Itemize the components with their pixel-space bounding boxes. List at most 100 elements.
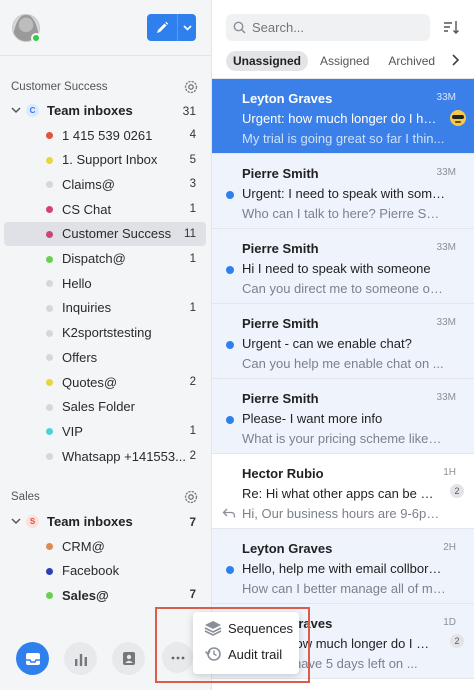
contact-card-icon bbox=[122, 652, 135, 665]
compose-button[interactable] bbox=[147, 14, 196, 41]
chevron-down-icon[interactable] bbox=[10, 104, 22, 116]
inbox-name: Facebook bbox=[62, 563, 120, 579]
conversation-item[interactable]: Pierre Smith 33M Urgent: I need to speak w… bbox=[212, 154, 474, 229]
reply-icon bbox=[222, 508, 236, 518]
conversation-item[interactable]: Leyton Graves 33M Urgent: how much longer … bbox=[212, 79, 474, 154]
sidebar-inbox-item[interactable]: Quotes@ 2 bbox=[4, 370, 206, 394]
conversation-sender: Pierre Smith bbox=[242, 166, 319, 181]
inbox-name: 1 415 539 0261 bbox=[62, 127, 153, 143]
sidebar-inbox-item[interactable]: CRM@ bbox=[4, 534, 206, 558]
conversation-sender: Leyton Graves bbox=[242, 541, 333, 556]
conversation-item[interactable]: Pierre Smith 33M Please- I want more info W… bbox=[212, 379, 474, 454]
inbox-count: 11 bbox=[184, 227, 196, 240]
inbox-color-dot bbox=[46, 132, 53, 139]
sidebar-inbox-item[interactable]: Whatsapp +141553... 2 bbox=[4, 444, 206, 468]
conversation-list-pane: Unassigned Assigned Archived Leyton Grav… bbox=[212, 0, 474, 690]
conversation-sender: Leyton Graves bbox=[242, 91, 333, 106]
sidebar: Customer Success C Team inboxes 31 1 415… bbox=[0, 0, 212, 690]
tab-archived[interactable]: Archived bbox=[381, 51, 442, 71]
analytics-nav-button[interactable] bbox=[64, 642, 97, 675]
conversation-time: 33M bbox=[436, 167, 456, 178]
inbox-color-dot bbox=[46, 255, 53, 263]
search-input[interactable] bbox=[252, 20, 422, 35]
sidebar-inbox-item[interactable]: 1 415 539 0261 4 bbox=[4, 123, 206, 147]
inbox-name: VIP bbox=[62, 423, 83, 439]
conversation-subject: Please- I want more info bbox=[242, 411, 383, 426]
tab-unassigned[interactable]: Unassigned bbox=[226, 50, 309, 71]
inbox-count: 1 bbox=[189, 203, 196, 216]
sidebar-inbox-item[interactable]: CS Chat 1 bbox=[4, 197, 206, 221]
inbox-color-dot bbox=[46, 567, 53, 575]
conversation-time: 33M bbox=[436, 242, 456, 253]
inbox-count: 5 bbox=[189, 153, 196, 166]
conversation-subject: Hi I need to speak with someone bbox=[242, 261, 431, 276]
conversation-subject: Hello, help me with email collboration bbox=[242, 561, 446, 576]
conversation-subject: Urgent: I need to speak with someon... bbox=[242, 186, 446, 201]
section-title: Sales bbox=[11, 491, 40, 503]
inbox-nav-button[interactable] bbox=[16, 642, 49, 675]
sidebar-inbox-item[interactable]: Dispatch@ 1 bbox=[4, 247, 206, 271]
conversation-time: 2H bbox=[443, 542, 456, 553]
sidebar-inbox-item[interactable]: Customer Success 11 bbox=[4, 221, 206, 246]
inbox-name: Inquiries bbox=[62, 300, 112, 316]
tab-assigned[interactable]: Assigned bbox=[313, 51, 376, 71]
conversation-item[interactable]: Leyton Graves 2H Hello, help me with email… bbox=[212, 529, 474, 604]
gear-icon[interactable] bbox=[183, 79, 199, 95]
conversation-sender: Pierre Smith bbox=[242, 316, 319, 331]
sort-icon[interactable] bbox=[443, 19, 461, 35]
pencil-icon[interactable] bbox=[147, 14, 177, 41]
conversation-item[interactable]: Pierre Smith 33M Urgent - can we enable ch… bbox=[212, 304, 474, 379]
group-label: Team inboxes bbox=[47, 513, 133, 529]
group-team-inboxes[interactable]: C Team inboxes bbox=[10, 100, 133, 120]
sidebar-inbox-item[interactable]: Inquiries 1 bbox=[4, 296, 206, 320]
sidebar-inbox-item[interactable]: Facebook bbox=[4, 559, 206, 583]
group-team-inboxes[interactable]: S Team inboxes bbox=[10, 511, 133, 531]
sidebar-inbox-item[interactable]: VIP 1 bbox=[4, 419, 206, 443]
inbox-color-dot bbox=[46, 329, 53, 337]
contacts-nav-button[interactable] bbox=[112, 642, 145, 675]
message-count-badge: 2 bbox=[450, 484, 464, 498]
gear-icon[interactable] bbox=[183, 489, 199, 505]
conversation-item[interactable]: Pierre Smith 33M Hi I need to speak with s… bbox=[212, 229, 474, 304]
inbox-color-dot bbox=[46, 354, 53, 362]
conversation-time: 1D bbox=[443, 617, 456, 628]
sidebar-inbox-item[interactable]: Offers bbox=[4, 345, 206, 369]
inbox-count: 1 bbox=[189, 425, 196, 438]
bar-chart-icon bbox=[74, 653, 87, 666]
chevron-right-icon[interactable] bbox=[449, 52, 461, 68]
inbox-icon bbox=[25, 652, 40, 665]
sidebar-inbox-item[interactable]: Sales Folder bbox=[4, 395, 206, 419]
chevron-down-icon[interactable] bbox=[178, 14, 196, 41]
conversation-preview: How can I better manage all of my... bbox=[242, 581, 446, 596]
conversation-sender: Pierre Smith bbox=[242, 241, 319, 256]
inbox-name: Whatsapp +141553... bbox=[62, 448, 186, 464]
inbox-color-dot bbox=[46, 304, 53, 312]
inbox-color-dot bbox=[46, 230, 53, 238]
team-badge: S bbox=[26, 514, 39, 528]
inbox-name: K2sportstesting bbox=[62, 325, 152, 341]
tab-bar: Unassigned Assigned Archived bbox=[226, 50, 447, 71]
sidebar-inbox-item[interactable]: Claims@ 3 bbox=[4, 172, 206, 196]
sidebar-inbox-item[interactable]: Hello bbox=[4, 271, 206, 295]
inbox-count: 4 bbox=[189, 129, 196, 141]
conversation-preview: Hi, Our business hours are 9-6pm... bbox=[242, 506, 446, 521]
team-badge: C bbox=[26, 103, 39, 117]
sidebar-inbox-item[interactable]: 1. Support Inbox 5 bbox=[4, 148, 206, 172]
inbox-count: 1 bbox=[189, 252, 196, 265]
unread-dot bbox=[226, 266, 234, 274]
conversation-preview: Can you help me enable chat on ... bbox=[242, 356, 444, 371]
chevron-down-icon[interactable] bbox=[10, 515, 22, 527]
sidebar-inbox-item[interactable]: K2sportstesting bbox=[4, 321, 206, 345]
inbox-name: Customer Success bbox=[62, 226, 172, 242]
inbox-count: 2 bbox=[189, 376, 196, 388]
sunglasses-emoji-icon bbox=[450, 110, 466, 126]
conversation-item[interactable]: Hector Rubio 1H Re: Hi what other apps can… bbox=[212, 454, 474, 529]
inbox-color-dot bbox=[46, 592, 53, 600]
conversation-time: 1H bbox=[443, 467, 456, 478]
inbox-color-dot bbox=[46, 206, 53, 214]
inbox-name: Dispatch@ bbox=[62, 251, 126, 266]
search-box[interactable] bbox=[226, 14, 430, 41]
avatar[interactable] bbox=[12, 14, 41, 43]
sidebar-inbox-item[interactable]: Sales@ 7 bbox=[4, 583, 206, 607]
inbox-name: CS Chat bbox=[62, 201, 112, 217]
